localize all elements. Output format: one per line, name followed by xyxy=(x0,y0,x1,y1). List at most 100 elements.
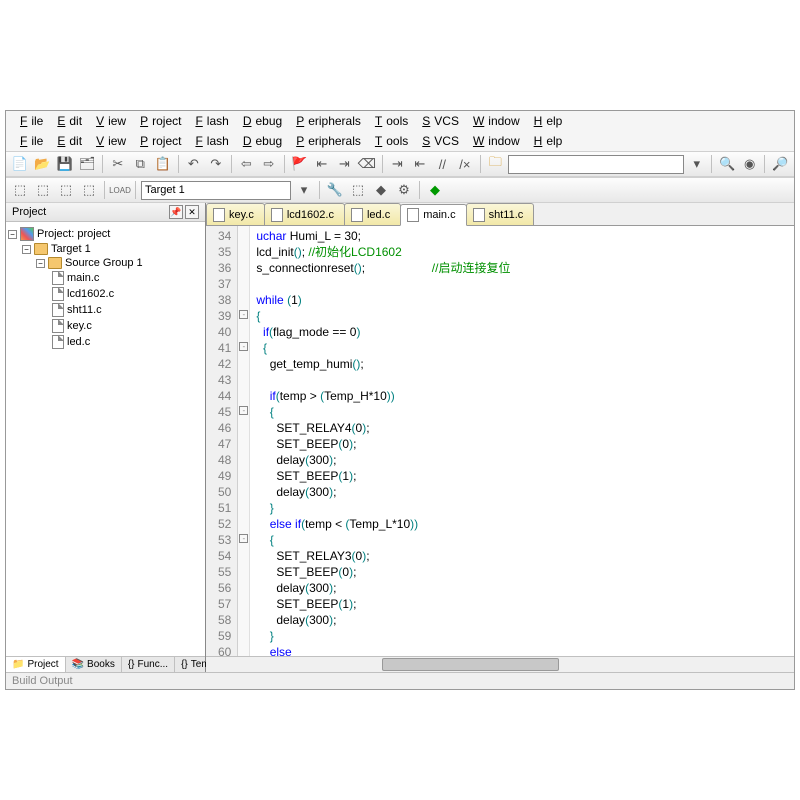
fold-toggle-icon[interactable]: - xyxy=(239,310,248,319)
paste-icon[interactable]: 📋 xyxy=(153,154,173,174)
project-tree[interactable]: − Project: project − Target 1 − Source G… xyxy=(6,222,205,656)
code-line[interactable]: } xyxy=(256,628,788,644)
tree-file[interactable]: lcd1602.c xyxy=(8,286,203,302)
copy-icon[interactable]: ⧉ xyxy=(131,154,151,174)
menu-svcs[interactable]: SVCS xyxy=(414,113,463,129)
batch-build-icon[interactable]: ⬚ xyxy=(79,180,99,200)
tree-group[interactable]: − Source Group 1 xyxy=(8,256,203,270)
code-line[interactable]: delay(300); xyxy=(256,484,788,500)
fold-cell[interactable]: - xyxy=(238,402,249,418)
menu-tools[interactable]: Tools xyxy=(367,133,412,149)
nav-back-icon[interactable]: ⇦ xyxy=(237,154,257,174)
bookmark-next-icon[interactable]: ⇥ xyxy=(335,154,355,174)
find-combo[interactable] xyxy=(508,155,684,174)
bottom-tab-project[interactable]: 📁Project xyxy=(6,657,66,672)
code-line[interactable] xyxy=(256,276,788,292)
new-file-icon[interactable]: 📄 xyxy=(10,154,30,174)
menu-help[interactable]: Help xyxy=(526,113,567,129)
horizontal-scrollbar[interactable] xyxy=(206,656,794,672)
fold-toggle-icon[interactable]: - xyxy=(239,342,248,351)
collapse-icon[interactable]: − xyxy=(22,245,31,254)
menu-peripherals[interactable]: Peripherals xyxy=(288,133,365,149)
editor-tab[interactable]: key.c xyxy=(206,203,265,225)
close-icon[interactable]: ✕ xyxy=(185,205,199,219)
code-line[interactable]: if(flag_mode == 0) xyxy=(256,324,788,340)
tree-file[interactable]: main.c xyxy=(8,270,203,286)
open-icon[interactable]: 📂 xyxy=(33,154,53,174)
bottom-tab-func[interactable]: {}Func... xyxy=(122,657,175,672)
fold-toggle-icon[interactable]: - xyxy=(239,406,248,415)
cut-icon[interactable]: ✂ xyxy=(108,154,128,174)
code-line[interactable]: SET_BEEP(1); xyxy=(256,596,788,612)
outdent-icon[interactable]: ⇤ xyxy=(410,154,430,174)
bookmark-prev-icon[interactable]: ⇤ xyxy=(312,154,332,174)
menu-flash[interactable]: Flash xyxy=(187,133,232,149)
code-line[interactable]: while (1) xyxy=(256,292,788,308)
scrollbar-thumb[interactable] xyxy=(382,658,558,671)
code-line[interactable]: get_temp_humi(); xyxy=(256,356,788,372)
menu-peripherals[interactable]: Peripherals xyxy=(288,113,365,129)
fold-cell[interactable]: - xyxy=(238,530,249,546)
editor-tab[interactable]: sht11.c xyxy=(466,203,535,225)
menu-debug[interactable]: Debug xyxy=(235,113,286,129)
menu-view[interactable]: View xyxy=(88,133,130,149)
code-editor[interactable]: 3435363738394041424344454647484950515253… xyxy=(206,226,794,656)
find-next-icon[interactable]: ▾ xyxy=(687,154,707,174)
find-icon[interactable]: 🗀 xyxy=(486,154,506,174)
bottom-tab-books[interactable]: 📚Books xyxy=(66,657,122,672)
pack-icon[interactable]: ◆ xyxy=(425,180,445,200)
comment-icon[interactable]: // xyxy=(433,154,453,174)
tree-file[interactable]: key.c xyxy=(8,318,203,334)
options-icon[interactable]: 🔧 xyxy=(325,180,345,200)
tree-target[interactable]: − Target 1 xyxy=(8,242,203,256)
menu-window[interactable]: Window xyxy=(465,133,524,149)
menu-view[interactable]: View xyxy=(88,113,130,129)
code-line[interactable]: delay(300); xyxy=(256,580,788,596)
save-all-icon[interactable]: 🗂 xyxy=(78,154,98,174)
editor-tab[interactable]: lcd1602.c xyxy=(264,203,345,225)
code-line[interactable]: else if(temp < (Temp_L*10)) xyxy=(256,516,788,532)
code-line[interactable]: { xyxy=(256,340,788,356)
menu-file[interactable]: File xyxy=(12,133,47,149)
code-line[interactable]: SET_RELAY3(0); xyxy=(256,548,788,564)
editor-tab[interactable]: main.c xyxy=(400,204,466,226)
config-icon[interactable]: ⚙ xyxy=(394,180,414,200)
menu-file[interactable]: File xyxy=(12,113,47,129)
code-line[interactable]: s_connectionreset(); //启动连接复位 xyxy=(256,260,788,276)
menu-project[interactable]: Project xyxy=(132,133,185,149)
menu-edit[interactable]: Edit xyxy=(49,133,86,149)
redo-icon[interactable]: ↷ xyxy=(206,154,226,174)
menu-tools[interactable]: Tools xyxy=(367,113,412,129)
menu-help[interactable]: Help xyxy=(526,133,567,149)
code-line[interactable]: { xyxy=(256,532,788,548)
target-dropdown-icon[interactable]: ▾ xyxy=(294,180,314,200)
menu-window[interactable]: Window xyxy=(465,113,524,129)
search-icon[interactable]: 🔎 xyxy=(770,154,790,174)
breakpoint-icon[interactable]: ◉ xyxy=(740,154,760,174)
code-line[interactable]: } xyxy=(256,500,788,516)
manage-icon[interactable]: ⬚ xyxy=(348,180,368,200)
fold-cell[interactable]: - xyxy=(238,338,249,354)
indent-icon[interactable]: ⇥ xyxy=(388,154,408,174)
code-line[interactable]: uchar Humi_L = 30; xyxy=(256,228,788,244)
save-icon[interactable]: 💾 xyxy=(55,154,75,174)
collapse-icon[interactable]: − xyxy=(8,230,17,239)
code-line[interactable]: lcd_init(); //初始化LCD1602 xyxy=(256,244,788,260)
code-line[interactable]: SET_BEEP(1); xyxy=(256,468,788,484)
menu-project[interactable]: Project xyxy=(132,113,185,129)
build-all-icon[interactable]: ⬚ xyxy=(33,180,53,200)
rebuild-icon[interactable]: ⬚ xyxy=(56,180,76,200)
fold-gutter[interactable]: - - - - xyxy=(238,226,250,656)
code-text[interactable]: uchar Humi_L = 30;lcd_init(); //初始化LCD16… xyxy=(250,226,794,656)
code-line[interactable]: { xyxy=(256,308,788,324)
code-line[interactable] xyxy=(256,372,788,388)
target-select[interactable] xyxy=(141,181,291,200)
download-icon[interactable]: LOAD xyxy=(110,180,130,200)
editor-tab[interactable]: led.c xyxy=(344,203,401,225)
fold-cell[interactable]: - xyxy=(238,306,249,322)
bookmark-icon[interactable]: 🚩 xyxy=(290,154,310,174)
code-line[interactable]: SET_BEEP(0); xyxy=(256,436,788,452)
tree-file[interactable]: led.c xyxy=(8,334,203,350)
tree-file[interactable]: sht11.c xyxy=(8,302,203,318)
code-line[interactable]: SET_RELAY4(0); xyxy=(256,420,788,436)
